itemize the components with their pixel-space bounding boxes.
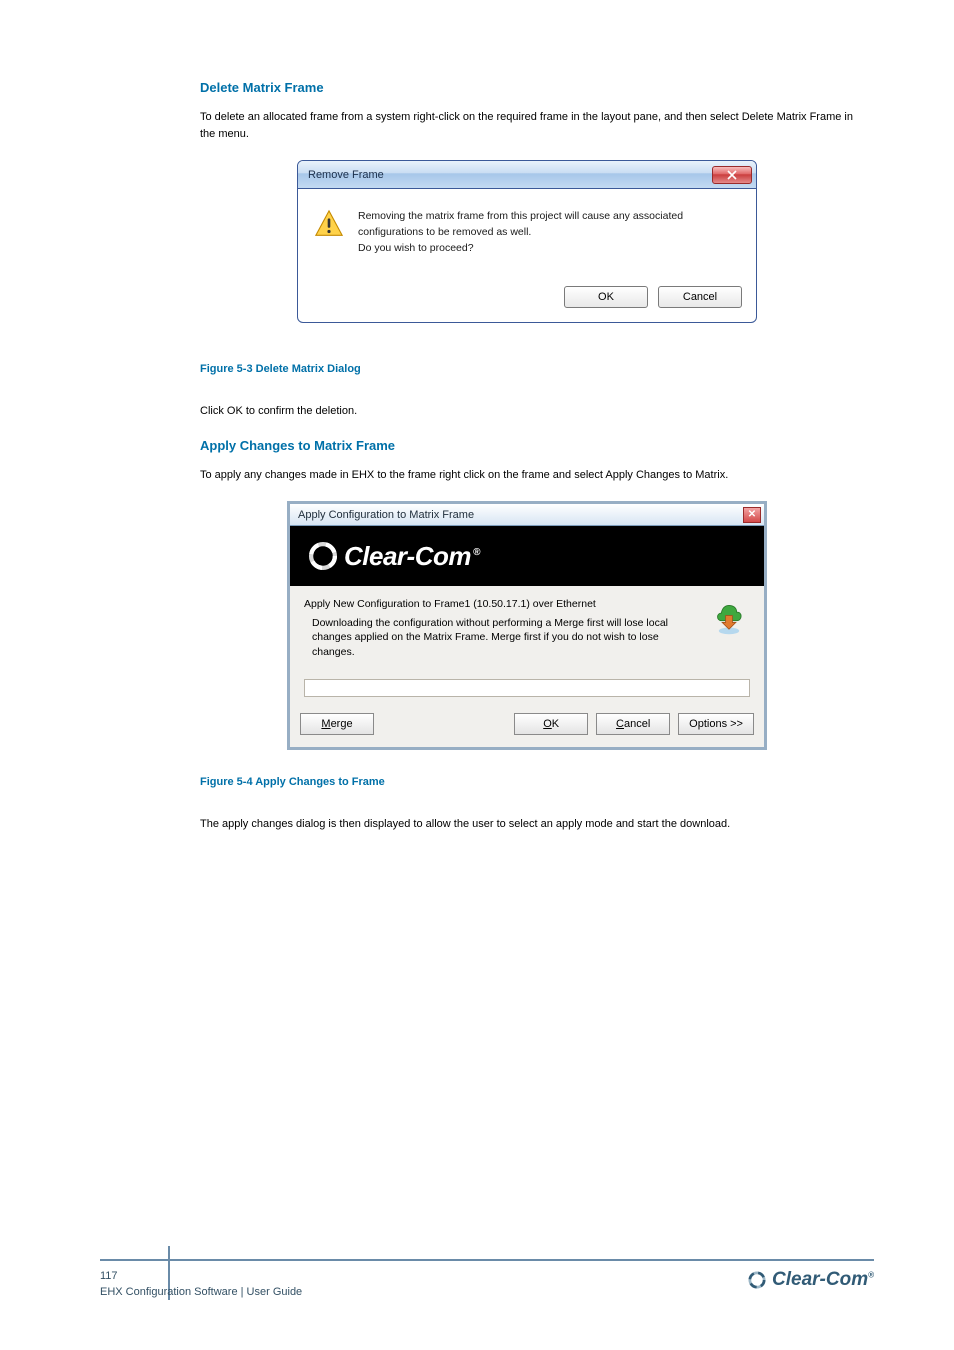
remove-frame-titlebar: Remove Frame	[298, 161, 756, 189]
remove-frame-msg-line1: Removing the matrix frame from this proj…	[358, 209, 740, 241]
clear-com-logo-icon	[306, 539, 340, 573]
close-icon	[727, 170, 737, 180]
apply-config-line2: Downloading the configuration without pe…	[304, 616, 684, 659]
footer-brand: Clear-Com®	[746, 1269, 874, 1291]
clear-com-wordmark: Clear-Com®	[344, 541, 480, 572]
apply-cancel-button[interactable]: Cancel	[596, 713, 670, 735]
footer-rule	[100, 1259, 874, 1261]
remove-frame-close-button[interactable]	[712, 166, 752, 184]
warning-icon	[314, 209, 344, 239]
footer-page-number: 117	[100, 1269, 302, 1284]
merge-rest: erge	[331, 718, 353, 730]
apply-post-text: The apply changes dialog is then display…	[200, 816, 854, 833]
section-heading-apply: Apply Changes to Matrix Frame	[200, 438, 854, 453]
download-icon	[712, 602, 746, 636]
figure-caption-2: Figure 5-4 Apply Changes to Frame	[200, 776, 854, 788]
apply-config-close-button[interactable]: ✕	[743, 507, 761, 523]
remove-frame-title-text: Remove Frame	[308, 169, 384, 181]
remove-frame-cancel-button[interactable]: Cancel	[658, 286, 742, 308]
footer-logo-icon	[746, 1269, 768, 1291]
footer-doc-title: EHX Configuration Software | User Guide	[100, 1285, 302, 1300]
remove-frame-ok-button[interactable]: OK	[564, 286, 648, 308]
remove-frame-msg-line2: Do you wish to proceed?	[358, 241, 740, 257]
apply-config-banner: Clear-Com®	[290, 526, 764, 586]
delete-intro-text: To delete an allocated frame from a syst…	[200, 109, 854, 142]
footer-wordmark: Clear-Com®	[772, 1269, 874, 1291]
figure-caption-1: Figure 5-3 Delete Matrix Dialog	[200, 363, 854, 375]
remove-frame-message: Removing the matrix frame from this proj…	[358, 209, 740, 256]
apply-intro-text: To apply any changes made in EHX to the …	[200, 467, 854, 484]
apply-config-line1: Apply New Configuration to Frame1 (10.50…	[304, 598, 750, 610]
page-footer: 117 EHX Configuration Software | User Gu…	[100, 1259, 874, 1300]
apply-ok-button[interactable]: OK	[514, 713, 588, 735]
confirm-text: Click OK to confirm the deletion.	[200, 403, 854, 420]
merge-button[interactable]: Merge	[300, 713, 374, 735]
section-heading-delete: Delete Matrix Frame	[200, 80, 854, 95]
apply-options-button[interactable]: Options >>	[678, 713, 754, 735]
apply-config-title-text: Apply Configuration to Matrix Frame	[298, 509, 474, 521]
apply-config-titlebar: Apply Configuration to Matrix Frame ✕	[290, 504, 764, 526]
apply-config-dialog: Apply Configuration to Matrix Frame ✕ Cl…	[287, 501, 767, 750]
apply-config-progress-field	[304, 679, 750, 697]
footer-left: 117 EHX Configuration Software | User Gu…	[100, 1269, 302, 1300]
remove-frame-dialog: Remove Frame Removing the matrix frame f…	[297, 160, 757, 323]
